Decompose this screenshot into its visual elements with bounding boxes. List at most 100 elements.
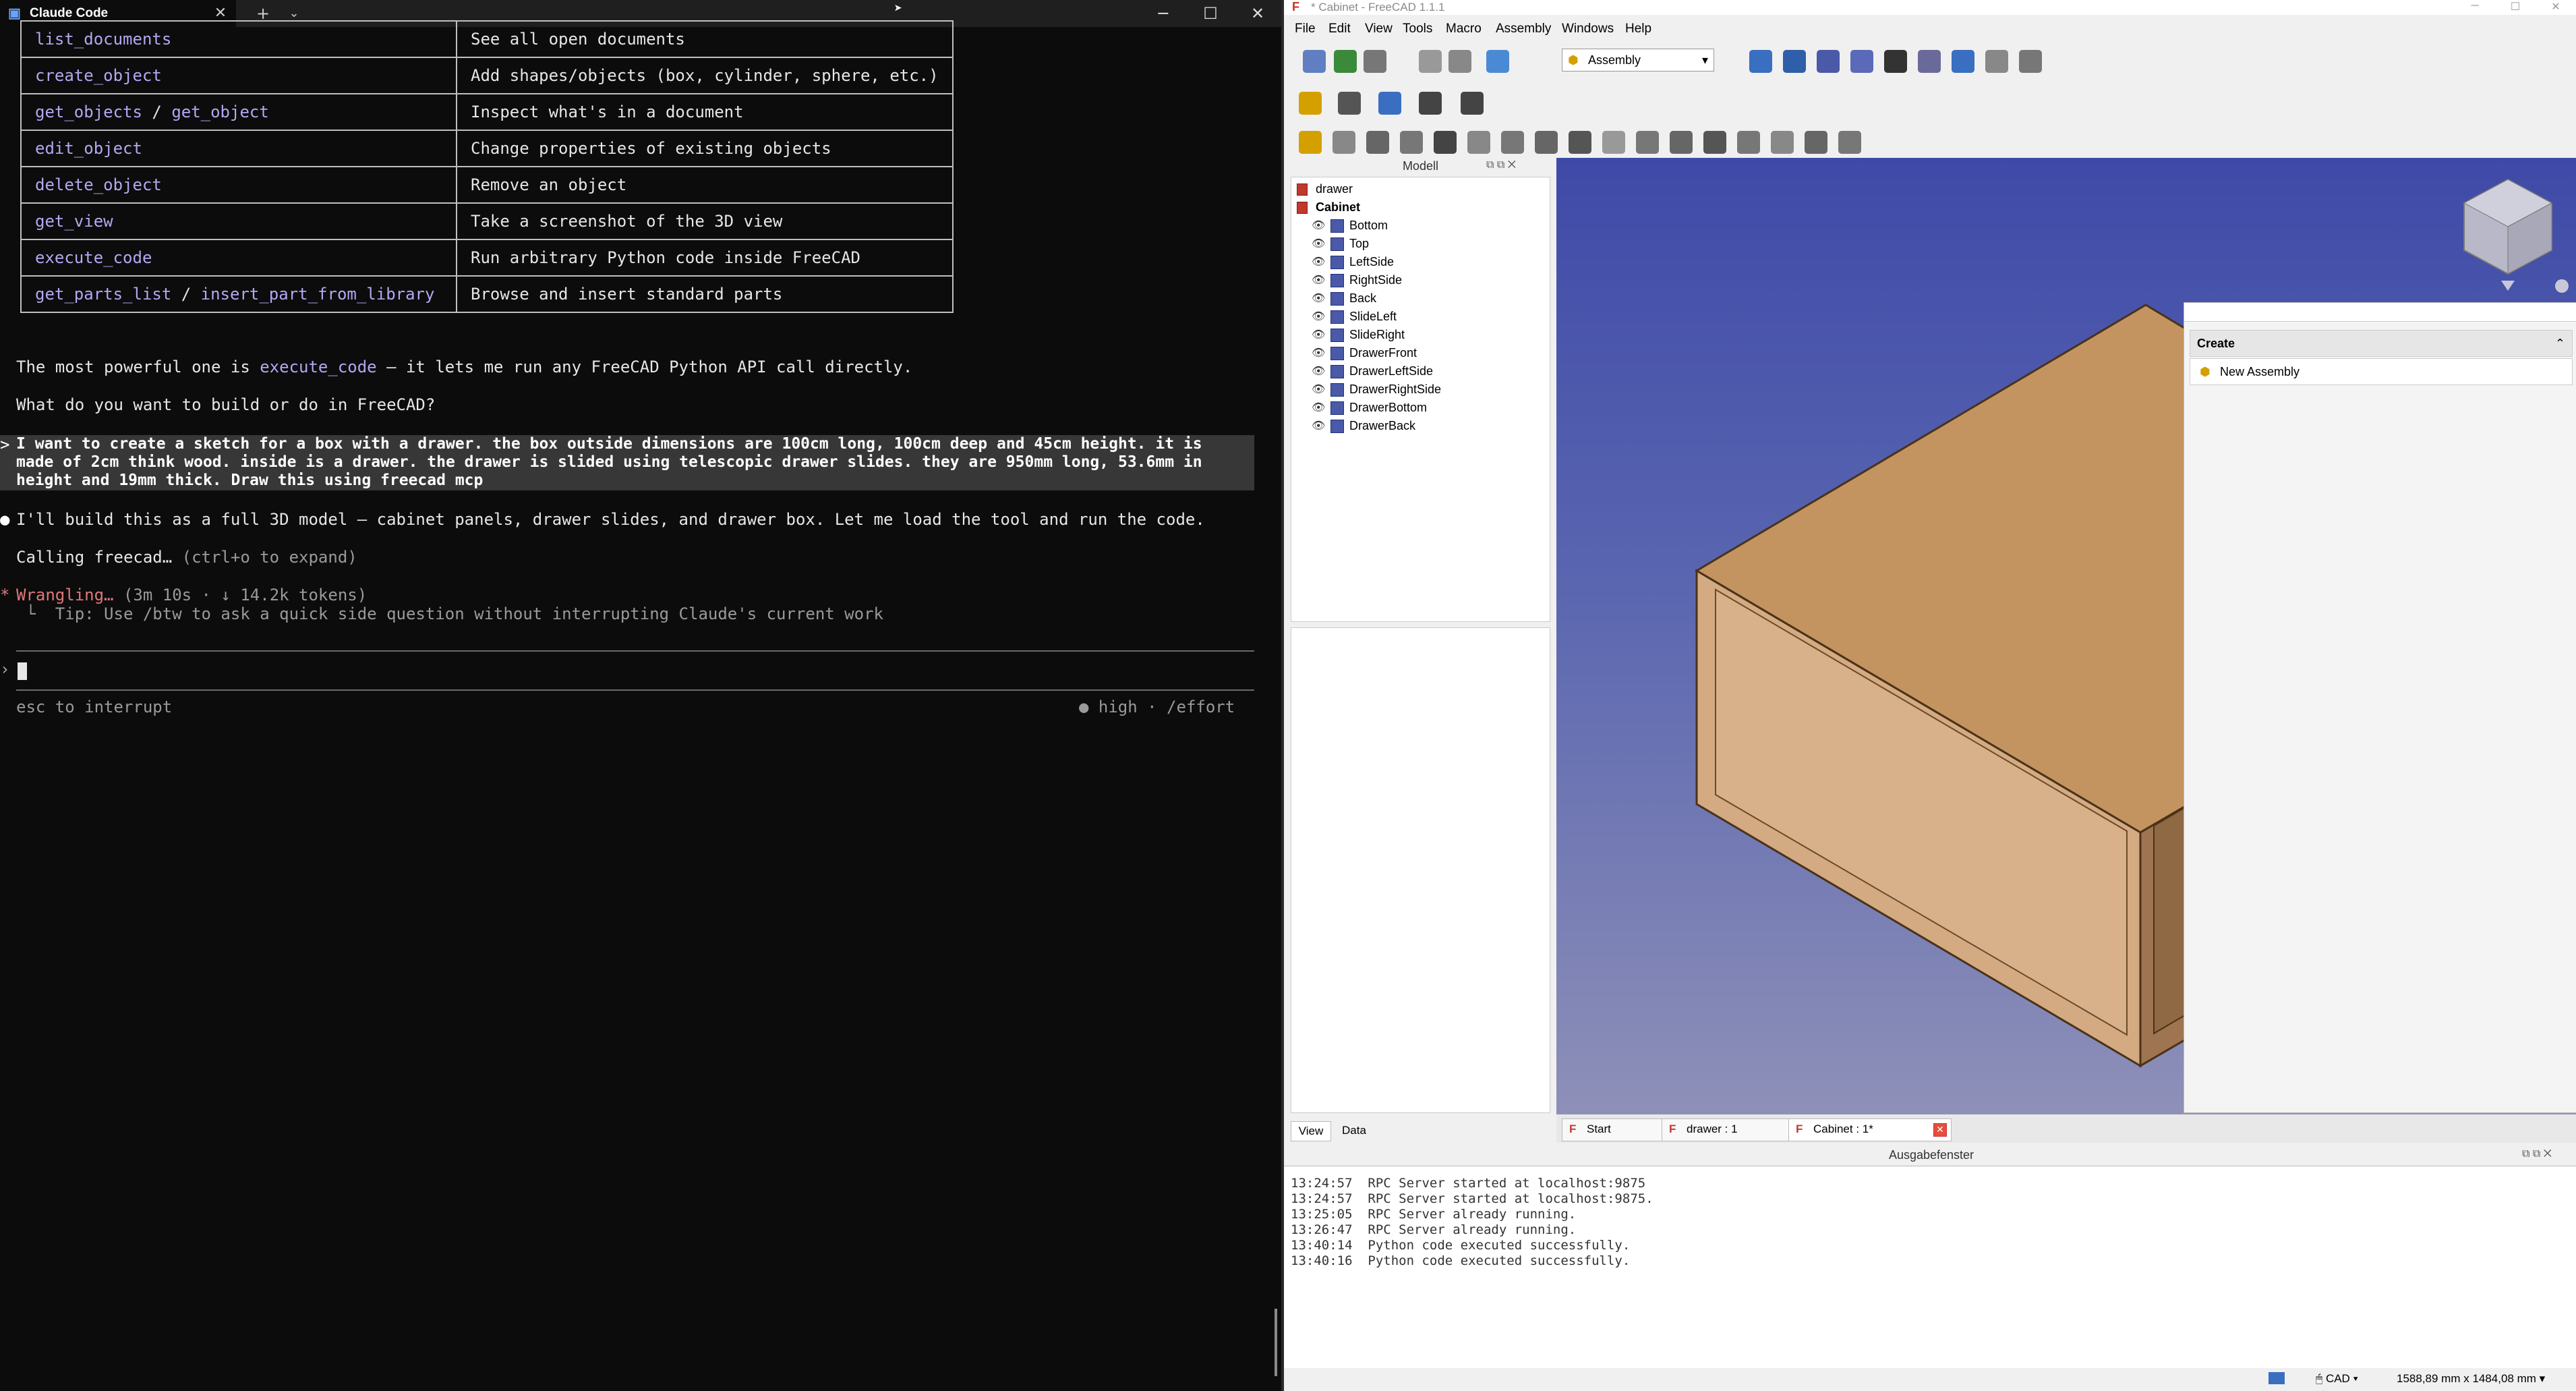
visibility-eye-icon[interactable]: 👁 xyxy=(1312,271,1325,289)
distance-icon[interactable] xyxy=(1535,131,1558,154)
slider-icon[interactable] xyxy=(1434,131,1457,154)
rack-icon[interactable] xyxy=(1670,131,1693,154)
freecad-window[interactable]: * Cabinet - FreeCAD 1.1.1 F ─ ☐ ✕ File E… xyxy=(1281,0,2576,1391)
mouse-cursor-icon: ➤ xyxy=(894,0,903,16)
visibility-eye-icon[interactable]: 👁 xyxy=(1312,289,1325,308)
undo-icon[interactable] xyxy=(1419,50,1442,73)
assistant-reply: I'll build this as a full 3D model — cab… xyxy=(16,510,1205,529)
part-icon[interactable] xyxy=(1299,92,1322,115)
report-panel-controls[interactable]: ⧉ ⧉ ✕ xyxy=(2522,1148,2576,1160)
tools-table: list_documents See all open documents crea… xyxy=(20,20,954,313)
prompt-top-divider xyxy=(16,650,1254,652)
close-button[interactable]: ✕ xyxy=(2536,0,2576,15)
visibility-eye-icon[interactable]: 👁 xyxy=(1312,308,1325,326)
view-icon[interactable] xyxy=(1850,50,1873,73)
simulation-icon[interactable] xyxy=(1838,131,1861,154)
expression-icon[interactable] xyxy=(1461,92,1484,115)
fit-all-icon[interactable] xyxy=(1749,50,1772,73)
visibility-eye-icon[interactable]: 👁 xyxy=(1312,417,1325,435)
measure-icon[interactable] xyxy=(1985,50,2008,73)
menu-file[interactable]: File xyxy=(1295,22,1316,36)
visibility-eye-icon[interactable]: 👁 xyxy=(1312,253,1325,271)
report-view[interactable]: 13:24:57 RPC Server started at localhost… xyxy=(1284,1166,2576,1368)
joint-icon[interactable] xyxy=(1333,131,1355,154)
visibility-eye-icon[interactable]: 👁 xyxy=(1312,380,1325,399)
visibility-eye-icon[interactable]: 👁 xyxy=(1312,235,1325,253)
part-box-icon xyxy=(1330,310,1344,324)
redo-icon[interactable] xyxy=(1448,50,1471,73)
save-icon[interactable] xyxy=(1364,50,1386,73)
workbench-selector[interactable]: ⬢ Assembly ▾ xyxy=(1562,49,1714,72)
visibility-eye-icon[interactable]: 👁 xyxy=(1312,326,1325,344)
whats-this-icon[interactable] xyxy=(2019,50,2042,73)
new-icon[interactable] xyxy=(1303,50,1326,73)
doc-tab-cabinet[interactable]: F Cabinet : 1* ✕ xyxy=(1788,1118,1952,1141)
create-section-header[interactable]: Create ⌃ xyxy=(2190,330,2573,357)
menu-assembly[interactable]: Assembly xyxy=(1496,22,1551,36)
terminal-window[interactable]: ▣ Claude Code ✕ + ⌄ ➤ ─ ☐ ✕ list_documen… xyxy=(0,0,1281,1391)
angle-icon[interactable] xyxy=(1636,131,1659,154)
menu-help[interactable]: Help xyxy=(1625,22,1651,36)
visibility-eye-icon[interactable]: 👁 xyxy=(1312,399,1325,417)
zoom-icon[interactable] xyxy=(1952,50,1974,73)
folder-icon[interactable] xyxy=(1378,92,1401,115)
menu-edit[interactable]: Edit xyxy=(1328,22,1351,36)
menu-macro[interactable]: Macro xyxy=(1446,22,1482,36)
tab-data[interactable]: Data xyxy=(1333,1121,1376,1141)
tools-table-row: get_objects / get_object Inspect what's i… xyxy=(20,93,954,131)
close-window-button[interactable]: ✕ xyxy=(1234,0,1281,27)
menu-view[interactable]: View xyxy=(1365,22,1393,36)
menu-tools[interactable]: Tools xyxy=(1403,22,1432,36)
sketch-icon[interactable] xyxy=(1338,92,1361,115)
model-tree[interactable]: drawer Cabinet 👁 Bottom 👁 Top 👁 LeftSide 👁 Righ… xyxy=(1291,177,1550,622)
doc-tab-drawer[interactable]: F drawer : 1✕ xyxy=(1662,1118,1809,1141)
refresh-icon[interactable] xyxy=(1486,50,1509,73)
visibility-eye-icon[interactable]: 👁 xyxy=(1312,362,1325,380)
assembly-icon[interactable] xyxy=(1299,131,1322,154)
visibility-eye-icon[interactable]: 👁 xyxy=(1312,344,1325,362)
fixed-icon[interactable] xyxy=(1366,131,1389,154)
revolute-icon[interactable] xyxy=(1400,131,1423,154)
maximize-button[interactable]: ☐ xyxy=(2495,0,2536,15)
maximize-button[interactable]: ☐ xyxy=(1187,0,1234,27)
terminal-scrollbar[interactable] xyxy=(1275,1309,1277,1376)
part-box-icon xyxy=(1330,274,1344,287)
tool-description-cell: Inspect what's in a document xyxy=(456,93,954,131)
cylindrical-icon[interactable] xyxy=(1467,131,1490,154)
belt-icon[interactable] xyxy=(1771,131,1794,154)
part-box-icon xyxy=(1330,347,1344,360)
tools-table-row: get_view Take a screenshot of the 3D view xyxy=(20,202,954,240)
property-panel[interactable] xyxy=(1291,627,1550,1113)
ball-icon[interactable] xyxy=(1501,131,1524,154)
minimize-button[interactable]: ─ xyxy=(2455,0,2495,15)
panel-controls[interactable]: ⧉ ⧉ ✕ xyxy=(1486,159,1547,171)
new-assembly-item[interactable]: ⬢ New Assembly xyxy=(2190,358,2573,385)
menu-windows[interactable]: Windows xyxy=(1562,22,1614,36)
chevron-up-icon[interactable]: ⌃ xyxy=(2555,331,2565,356)
visibility-eye-icon[interactable]: 👁 xyxy=(1312,217,1325,235)
navigation-cube[interactable] xyxy=(2444,166,2572,301)
screw-icon[interactable] xyxy=(1703,131,1726,154)
fit-selection-icon[interactable] xyxy=(1783,50,1806,73)
view-cube-icon[interactable] xyxy=(1817,50,1840,73)
window-title: * Cabinet - FreeCAD 1.1.1 xyxy=(1284,0,2576,15)
notification-icon[interactable] xyxy=(2268,1372,2285,1384)
perpendicular-icon[interactable] xyxy=(1602,131,1625,154)
minimize-button[interactable]: ─ xyxy=(1140,0,1187,27)
explode-icon[interactable] xyxy=(1805,131,1827,154)
parallel-icon[interactable] xyxy=(1569,131,1591,154)
navigation-style[interactable]: 🖱 CAD ▾ xyxy=(2316,1372,2358,1386)
menu-bar: File Edit View Tools Macro Assembly Wind… xyxy=(1284,19,2576,40)
close-tab-icon[interactable]: ✕ xyxy=(1933,1123,1947,1137)
stereo-icon[interactable] xyxy=(1918,50,1941,73)
tab-view[interactable]: View xyxy=(1291,1121,1331,1141)
prompt-input[interactable] xyxy=(18,662,27,680)
document-icon xyxy=(1297,183,1308,196)
open-icon[interactable] xyxy=(1334,50,1357,73)
link-icon[interactable] xyxy=(1419,92,1442,115)
tool-description-cell: See all open documents xyxy=(456,20,954,58)
draw-style-icon[interactable] xyxy=(1884,50,1907,73)
part-box-icon xyxy=(1330,383,1344,397)
part-box-icon xyxy=(1330,219,1344,233)
gears-icon[interactable] xyxy=(1737,131,1760,154)
